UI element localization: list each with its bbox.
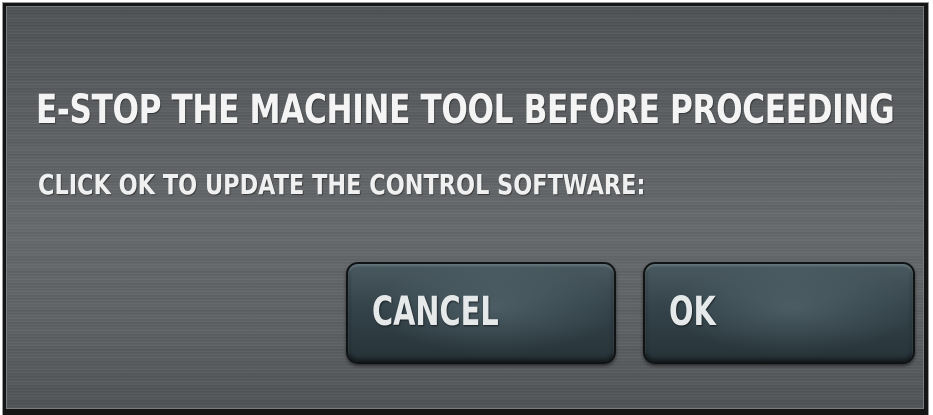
ok-button[interactable]: OK [643,262,915,364]
dialog-message: CLICK OK TO UPDATE THE CONTROL SOFTWARE: [38,168,646,201]
dialog-heading: E-STOP THE MACHINE TOOL BEFORE PROCEEDIN… [36,87,895,133]
ok-button-label: OK [669,289,716,335]
cancel-button[interactable]: CANCEL [346,262,616,364]
cancel-button-label: CANCEL [372,289,499,335]
update-dialog: E-STOP THE MACHINE TOOL BEFORE PROCEEDIN… [3,3,928,415]
